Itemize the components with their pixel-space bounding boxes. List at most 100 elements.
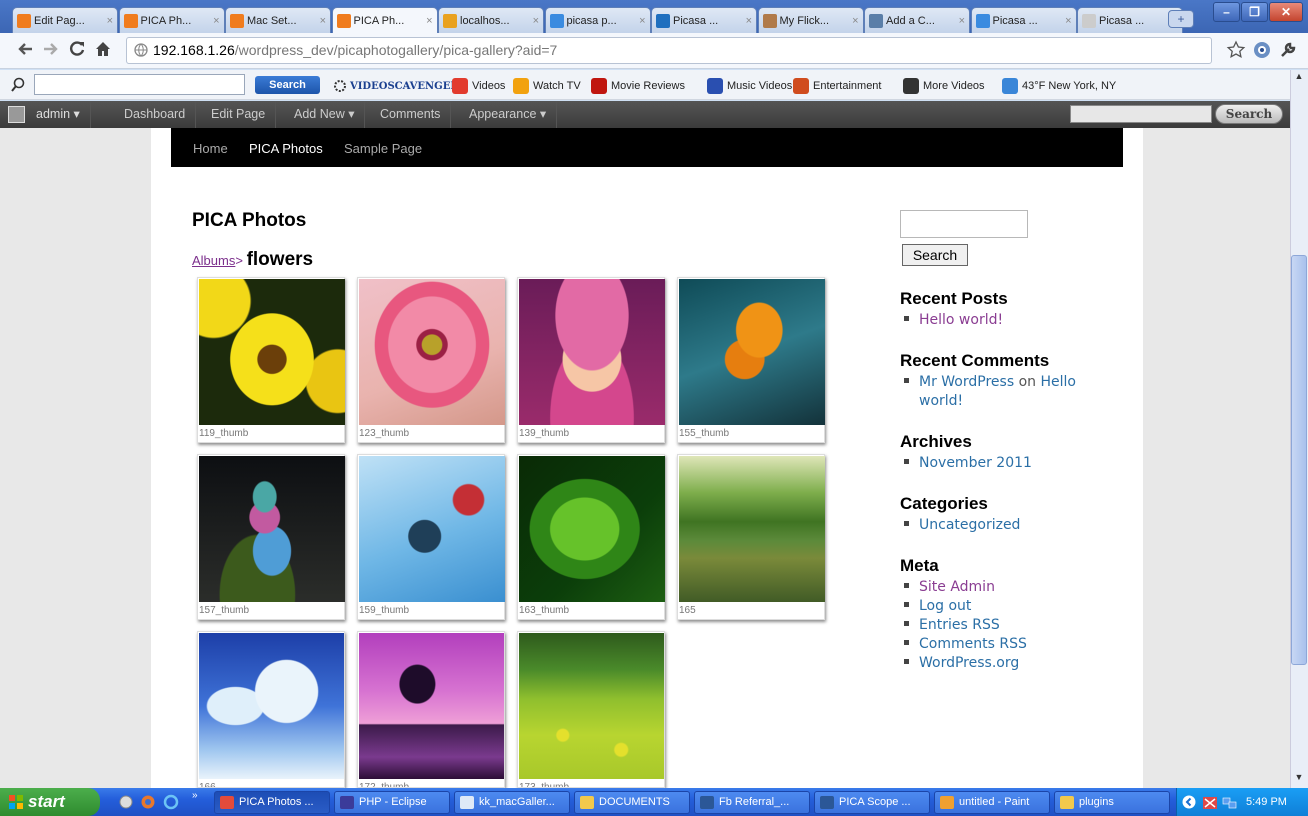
taskbar-item-6[interactable]: PICA Scope ... xyxy=(814,791,930,814)
tab-9[interactable]: Add a C... × xyxy=(864,7,970,33)
back-button[interactable] xyxy=(16,40,36,60)
new-tab-button[interactable]: + xyxy=(1168,10,1194,28)
photo-thumbnail[interactable]: 173_thumb xyxy=(517,631,665,788)
comment-post-link-cont[interactable]: world! xyxy=(919,393,963,409)
comment-post-link[interactable]: Hello xyxy=(1040,374,1076,390)
admin-user-menu[interactable]: admin ▾ xyxy=(0,101,91,128)
photo-image[interactable] xyxy=(679,279,825,425)
address-bar[interactable]: 192.168.1.26/wordpress_dev/picaphotogall… xyxy=(126,37,1212,64)
tab-6[interactable]: picasa p... × xyxy=(544,7,651,33)
tray-arrow-icon[interactable] xyxy=(1182,795,1196,809)
close-tab-icon[interactable]: × xyxy=(1065,15,1071,27)
photo-thumbnail[interactable]: 165 xyxy=(677,454,825,620)
admin-search-input[interactable] xyxy=(1070,105,1212,123)
admin-menu-item-4[interactable]: Comments xyxy=(370,101,452,128)
close-tab-icon[interactable]: × xyxy=(746,15,752,27)
photo-image[interactable] xyxy=(359,633,504,779)
taskbar-item-1[interactable]: PICA Photos ... xyxy=(214,791,330,814)
wrench-icon[interactable] xyxy=(1278,40,1298,60)
toolbar-link-2[interactable]: Watch TV xyxy=(513,76,581,96)
photo-image[interactable] xyxy=(199,279,345,425)
taskbar-item-8[interactable]: plugins xyxy=(1054,791,1170,814)
taskbar-item-7[interactable]: untitled - Paint xyxy=(934,791,1050,814)
recent-post-link[interactable]: Hello world! xyxy=(904,312,1003,328)
admin-search-button[interactable]: Search xyxy=(1215,104,1283,124)
admin-menu-item-5[interactable]: Appearance ▾ xyxy=(459,101,558,128)
tab-10[interactable]: Picasa ... × xyxy=(970,7,1077,33)
close-tab-icon[interactable]: × xyxy=(426,15,432,27)
firefox-icon[interactable] xyxy=(140,794,156,810)
albums-link[interactable]: Albums xyxy=(192,253,235,268)
photo-thumbnail[interactable]: 123_thumb xyxy=(357,277,505,443)
photo-image[interactable] xyxy=(359,456,505,602)
comment-author-link[interactable]: Mr WordPress xyxy=(919,374,1014,390)
toolbar-search-input[interactable] xyxy=(34,74,245,95)
sidebar-search-button[interactable]: Search xyxy=(902,244,968,266)
photo-thumbnail[interactable]: 155_thumb xyxy=(677,277,825,443)
archive-link[interactable]: November 2011 xyxy=(904,455,1032,471)
close-tab-icon[interactable]: × xyxy=(533,15,539,27)
photo-image[interactable] xyxy=(199,456,345,602)
scrollbar-thumb[interactable] xyxy=(1291,255,1307,665)
tab-7[interactable]: Picasa ... × xyxy=(651,7,757,33)
close-tab-icon[interactable]: × xyxy=(639,15,645,27)
close-tab-icon[interactable]: × xyxy=(959,15,965,27)
network-icon[interactable] xyxy=(1222,795,1238,811)
nav-home[interactable]: Home xyxy=(193,141,228,156)
photo-thumbnail[interactable]: 157_thumb xyxy=(197,454,345,620)
meta-link-1[interactable]: Site Admin xyxy=(904,579,995,595)
videoscavenger-logo[interactable]: VIDEOSCAVENGER™ xyxy=(333,76,469,96)
photo-thumbnail[interactable]: 159_thumb xyxy=(357,454,505,620)
close-tab-icon[interactable]: × xyxy=(107,15,113,27)
maximize-button[interactable]: ❐ xyxy=(1241,2,1268,22)
close-tab-icon[interactable]: × xyxy=(213,15,219,27)
toolbar-link-5[interactable]: Entertainment xyxy=(793,76,881,96)
tab-8[interactable]: My Flick... × xyxy=(757,7,864,33)
tab-5[interactable]: localhos... × xyxy=(438,7,544,33)
photo-thumbnail[interactable]: 163_thumb xyxy=(517,454,665,620)
tab-4[interactable]: PICA Ph... × xyxy=(331,7,438,33)
internet-explorer-icon[interactable] xyxy=(163,794,179,810)
close-tab-icon[interactable]: × xyxy=(852,15,858,27)
taskbar-item-5[interactable]: Fb Referral_... xyxy=(694,791,810,814)
toolbar-link-4[interactable]: Music Videos xyxy=(707,76,792,96)
photo-image[interactable] xyxy=(519,456,665,602)
page-info-icon[interactable] xyxy=(134,43,148,57)
toolbar-link-1[interactable]: Videos xyxy=(452,76,505,96)
scroll-down-arrow-icon[interactable]: ▼ xyxy=(1291,772,1307,786)
photo-thumbnail[interactable]: 119_thumb xyxy=(197,277,345,443)
extension-icon[interactable] xyxy=(1252,40,1272,60)
nav-pica-photos[interactable]: PICA Photos xyxy=(249,141,323,156)
taskbar-item-2[interactable]: PHP - Eclipse xyxy=(334,791,450,814)
quicklaunch-icon[interactable] xyxy=(118,794,134,810)
photo-thumbnail[interactable]: 166 xyxy=(197,631,345,788)
home-button[interactable] xyxy=(94,40,114,60)
admin-menu-item-1[interactable]: Dashboard xyxy=(114,101,197,128)
tab-2[interactable]: PICA Ph... × xyxy=(118,7,225,33)
photo-thumbnail[interactable]: 139_thumb xyxy=(517,277,665,443)
taskbar-item-4[interactable]: DOCUMENTS xyxy=(574,791,690,814)
nav-sample-page[interactable]: Sample Page xyxy=(344,141,422,156)
toolbar-link-7[interactable]: 43°F New York, NY xyxy=(1002,76,1116,96)
photo-image[interactable] xyxy=(679,456,825,602)
quicklaunch-more-icon[interactable]: » xyxy=(192,790,198,801)
forward-button[interactable] xyxy=(42,40,62,60)
admin-menu-item-3[interactable]: Add New ▾ xyxy=(284,101,366,128)
sidebar-search-input[interactable] xyxy=(900,210,1028,238)
scroll-up-arrow-icon[interactable]: ▲ xyxy=(1291,71,1307,85)
meta-link-3[interactable]: Entries RSS xyxy=(904,617,1000,633)
category-link[interactable]: Uncategorized xyxy=(904,517,1020,533)
photo-thumbnail[interactable]: 172_thumb xyxy=(357,631,505,788)
minimize-button[interactable]: – xyxy=(1213,2,1240,22)
photo-image[interactable] xyxy=(519,633,664,779)
tab-3[interactable]: Mac Set... × xyxy=(225,7,331,33)
toolbar-link-6[interactable]: More Videos xyxy=(903,76,985,96)
close-tab-icon[interactable]: × xyxy=(320,15,326,27)
star-bookmark-icon[interactable] xyxy=(1226,40,1246,60)
tab-1[interactable]: Edit Pag... × xyxy=(12,7,118,33)
toolbar-search-button[interactable]: Search xyxy=(255,76,320,94)
photo-image[interactable] xyxy=(359,279,505,425)
reload-button[interactable] xyxy=(68,40,88,60)
meta-link-4[interactable]: Comments RSS xyxy=(904,636,1027,652)
photo-image[interactable] xyxy=(519,279,665,425)
